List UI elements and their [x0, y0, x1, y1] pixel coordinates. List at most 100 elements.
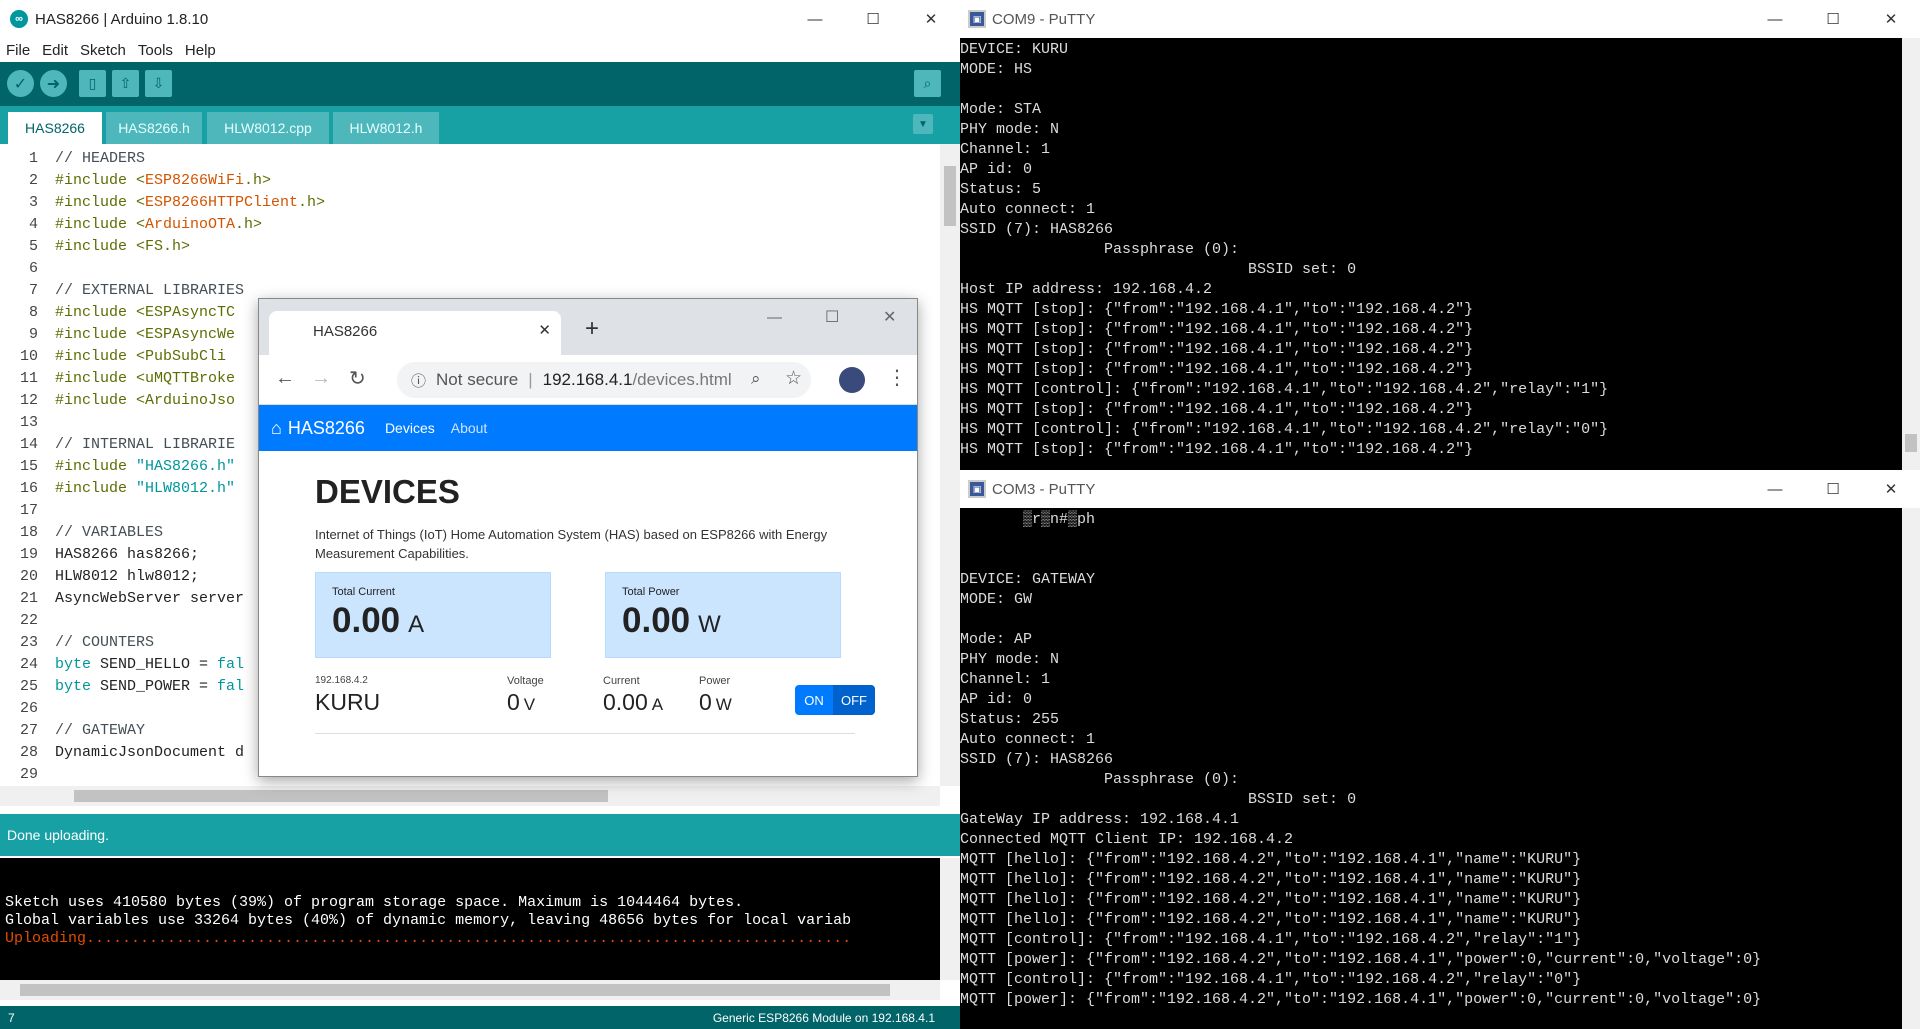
address-divider: | — [528, 370, 533, 389]
line-number: 22 — [19, 612, 38, 629]
menu-edit[interactable]: Edit — [36, 42, 74, 59]
close-button[interactable]: ✕ — [883, 307, 896, 327]
line-number: 18 — [19, 524, 38, 541]
terminal-line: MQTT [control]: {"from":"192.168.4.1","t… — [960, 971, 1582, 988]
editor-horizontal-scrollbar[interactable] — [0, 786, 940, 806]
url-host: 192.168.4.1 — [542, 370, 633, 389]
browser-tab-title: HAS8266 — [313, 323, 378, 340]
line-number: 3 — [28, 194, 38, 211]
tab-hlw8012-cpp[interactable]: HLW8012.cpp — [207, 112, 329, 144]
terminal-line: MQTT [hello]: {"from":"192.168.4.2","to"… — [960, 891, 1582, 908]
serial-monitor-icon[interactable]: ⌕ — [914, 70, 941, 97]
line-number: 26 — [19, 700, 38, 717]
maximize-button[interactable]: ☐ — [1804, 0, 1862, 38]
line-number: 20 — [19, 568, 38, 585]
terminal-line: MQTT [power]: {"from":"192.168.4.2","to"… — [960, 991, 1762, 1008]
line-number: 19 — [19, 546, 38, 563]
tab-has8266[interactable]: HAS8266 — [8, 112, 102, 144]
close-button[interactable]: ✕ — [1862, 470, 1920, 508]
scrollbar-thumb[interactable] — [20, 984, 890, 996]
browser-tab[interactable]: HAS8266 ✕ — [269, 311, 561, 355]
nav-link-devices[interactable]: Devices — [385, 420, 435, 436]
terminal-line: SSID (7): HAS8266 — [960, 751, 1114, 768]
voltage-value: 0V — [507, 689, 536, 715]
info-circle-icon[interactable]: ⓘ — [411, 370, 426, 391]
code-text: byte SEND_POWER = fal — [55, 678, 245, 695]
new-tab-plus-icon[interactable]: + — [585, 315, 599, 343]
minimize-button[interactable]: — — [1746, 470, 1804, 508]
console-vertical-scrollbar[interactable] — [940, 858, 960, 980]
terminal-line: BSSID set: 0 — [960, 791, 1357, 808]
more-vertical-icon[interactable]: ⋮ — [887, 365, 907, 390]
tab-has8266-h[interactable]: HAS8266.h — [106, 112, 202, 144]
total-power-label: Total Power — [622, 586, 680, 598]
terminal-line: HS MQTT [stop]: {"from":"192.168.4.1","t… — [960, 341, 1474, 358]
terminal-line: Mode: STA — [960, 101, 1042, 118]
new-file-icon[interactable]: ▯ — [79, 70, 106, 97]
scrollbar-thumb[interactable] — [944, 166, 956, 226]
line-number: 11 — [19, 370, 38, 387]
minimize-button[interactable]: — — [1746, 0, 1804, 38]
scrollbar-thumb[interactable] — [1905, 434, 1917, 452]
verify-check-icon[interactable]: ✓ — [7, 70, 34, 97]
terminal-line: AP id: 0 — [960, 161, 1033, 178]
code-text: // COUNTERS — [55, 634, 155, 651]
total-power-value: 0.00 W — [622, 601, 721, 640]
site-brand[interactable]: HAS8266 — [288, 418, 365, 439]
line-number: 17 — [19, 502, 38, 519]
reload-icon[interactable]: ↻ — [349, 366, 366, 391]
upload-arrow-icon[interactable]: ➜ — [40, 70, 67, 97]
code-text: #include <uMQTTBroke — [55, 370, 236, 387]
arduino-titlebar: ∞ HAS8266 | Arduino 1.8.10 — ☐ ✕ — [0, 0, 960, 38]
maximize-button[interactable]: ☐ — [1804, 470, 1862, 508]
scrollbar-thumb[interactable] — [74, 790, 608, 802]
url-path: /devices.html — [632, 370, 732, 389]
close-button[interactable]: ✕ — [1862, 0, 1920, 38]
close-button[interactable]: ✕ — [902, 0, 960, 38]
save-file-icon[interactable]: ⇩ — [145, 70, 172, 97]
putty-com3-terminal[interactable]: ▒r▒n#▒ph DEVICE: GATEWAY MODE: GW Mode: AP P… — [960, 508, 1900, 1029]
forward-arrow-icon[interactable]: → — [311, 367, 331, 390]
console-line: Global variables use 33264 bytes (40%) o… — [5, 912, 852, 929]
nav-link-about[interactable]: About — [451, 420, 488, 436]
terminal-line: Passphrase (0): — [960, 771, 1240, 788]
relay-on-button[interactable]: ON — [795, 685, 833, 715]
address-bar[interactable]: ⓘ Not secure | 192.168.4.1/devices.html — [397, 362, 811, 398]
code-text: AsyncWebServer server — [55, 590, 245, 607]
code-text: #include <ArduinoJso — [55, 392, 236, 409]
zoom-magnifier-icon[interactable]: ⌕ — [751, 369, 761, 389]
profile-avatar[interactable] — [839, 367, 865, 393]
menu-sketch[interactable]: Sketch — [74, 42, 132, 59]
tab-hlw8012-h[interactable]: HLW8012.h — [333, 112, 439, 144]
line-number: 29 — [19, 766, 38, 783]
upload-status: Done uploading. — [0, 814, 960, 856]
relay-off-button[interactable]: OFF — [833, 685, 875, 715]
menu-tools[interactable]: Tools — [132, 42, 179, 59]
line-number: 14 — [19, 436, 38, 453]
back-arrow-icon[interactable]: ← — [275, 367, 295, 390]
putty-com9-terminal[interactable]: DEVICE: KURU MODE: HS Mode: STA PHY mode: N… — [960, 38, 1900, 470]
console-horizontal-scrollbar[interactable] — [0, 980, 940, 1000]
terminal-line: DEVICE: KURU — [960, 41, 1069, 58]
tabs-menu-chevron-down-icon[interactable]: ▼ — [913, 114, 933, 134]
line-number: 10 — [19, 348, 38, 365]
editor-vertical-scrollbar[interactable] — [940, 144, 960, 786]
home-icon[interactable]: ⌂ — [271, 418, 282, 439]
maximize-button[interactable]: ☐ — [825, 307, 839, 327]
code-text: #include "HAS8266.h" — [55, 458, 236, 475]
putty-com3-title: COM3 - PuTTY — [992, 480, 1096, 498]
terminal-line: Connected MQTT Client IP: 192.168.4.2 — [960, 831, 1294, 848]
minimize-button[interactable]: — — [786, 0, 844, 38]
open-file-icon[interactable]: ⇧ — [112, 70, 139, 97]
maximize-button[interactable]: ☐ — [844, 0, 902, 38]
minimize-button[interactable]: — — [767, 309, 782, 326]
star-bookmark-icon[interactable]: ☆ — [785, 367, 802, 390]
code-text: #include <ESPAsyncWe — [55, 326, 236, 343]
com9-scrollbar[interactable] — [1902, 38, 1920, 470]
terminal-line: ▒r▒n#▒ph — [960, 511, 1096, 528]
close-tab-icon[interactable]: ✕ — [538, 321, 551, 339]
menu-file[interactable]: File — [0, 42, 36, 59]
com3-scrollbar[interactable] — [1902, 508, 1920, 1029]
menu-help[interactable]: Help — [179, 42, 222, 59]
line-number: 6 — [28, 260, 38, 277]
